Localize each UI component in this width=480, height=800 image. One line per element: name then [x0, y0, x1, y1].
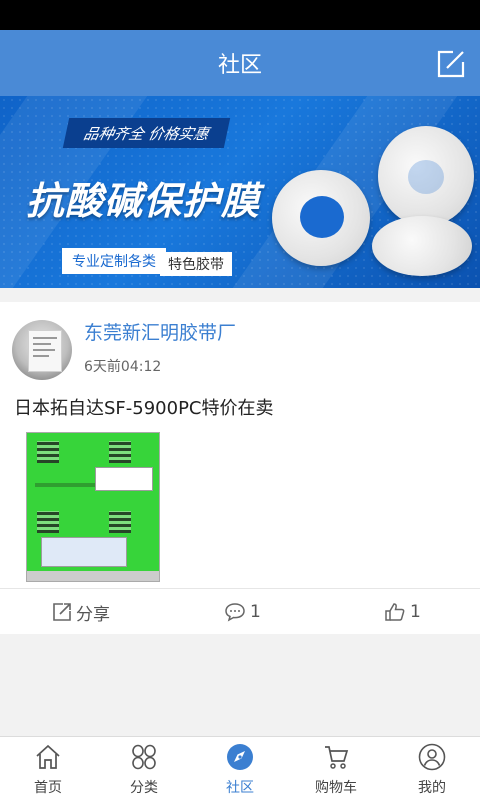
- page-title: 社区: [217, 53, 262, 78]
- thumbs-up-icon: [385, 603, 405, 621]
- share-label: 分享: [76, 604, 110, 625]
- comment-count: 1: [250, 602, 261, 622]
- promo-banner[interactable]: 品种齐全 价格实惠 抗酸碱保护膜 专业定制各类 特色胶带: [0, 96, 480, 288]
- post-text[interactable]: 日本拓自达SF-5900PC特价在卖: [14, 394, 274, 420]
- tape-roll-image: [372, 216, 472, 276]
- comment-button[interactable]: 1: [224, 598, 261, 626]
- app-header: 社区: [0, 30, 480, 96]
- tab-category[interactable]: 分类: [96, 737, 192, 800]
- divider: [0, 588, 480, 589]
- avatar[interactable]: [12, 320, 72, 380]
- banner-tag: 特色胶带: [160, 252, 232, 276]
- tab-label: 购物车: [315, 780, 357, 796]
- edit-icon[interactable]: [436, 49, 466, 79]
- tab-label: 社区: [226, 780, 254, 796]
- banner-title: 抗酸碱保护膜: [26, 179, 261, 223]
- like-button[interactable]: 1: [384, 598, 421, 626]
- post-timestamp: 6天前04:12: [84, 359, 162, 375]
- comment-icon: [225, 603, 245, 622]
- tape-roll-image: [378, 126, 474, 226]
- post-image[interactable]: [26, 432, 160, 582]
- home-icon: [36, 744, 60, 769]
- banner-subtitle: 品种齐全 价格实惠: [62, 118, 230, 148]
- share-button[interactable]: 分享: [52, 598, 110, 626]
- tab-label: 分类: [130, 780, 158, 796]
- like-count: 1: [410, 602, 421, 622]
- bottom-tab-bar: 首页 分类 社区 购物车 我的: [0, 736, 480, 800]
- tab-label: 我的: [418, 780, 446, 796]
- tab-cart[interactable]: 购物车: [288, 737, 384, 800]
- cart-icon: [325, 746, 349, 769]
- status-bar: [0, 0, 480, 30]
- share-icon: [53, 603, 71, 621]
- tab-community[interactable]: 社区: [192, 737, 288, 800]
- tab-home[interactable]: 首页: [0, 737, 96, 800]
- tape-roll-image: [272, 170, 370, 266]
- tab-profile[interactable]: 我的: [384, 737, 480, 800]
- post-card[interactable]: 东莞新汇明胶带厂 6天前04:12 日本拓自达SF-5900PC特价在卖 分享 …: [0, 302, 480, 634]
- tab-label: 首页: [34, 780, 62, 796]
- banner-tag: 专业定制各类: [62, 248, 166, 274]
- category-icon: [132, 744, 156, 770]
- compass-icon: [227, 744, 253, 770]
- profile-icon: [418, 743, 446, 771]
- post-author[interactable]: 东莞新汇明胶带厂: [84, 318, 236, 345]
